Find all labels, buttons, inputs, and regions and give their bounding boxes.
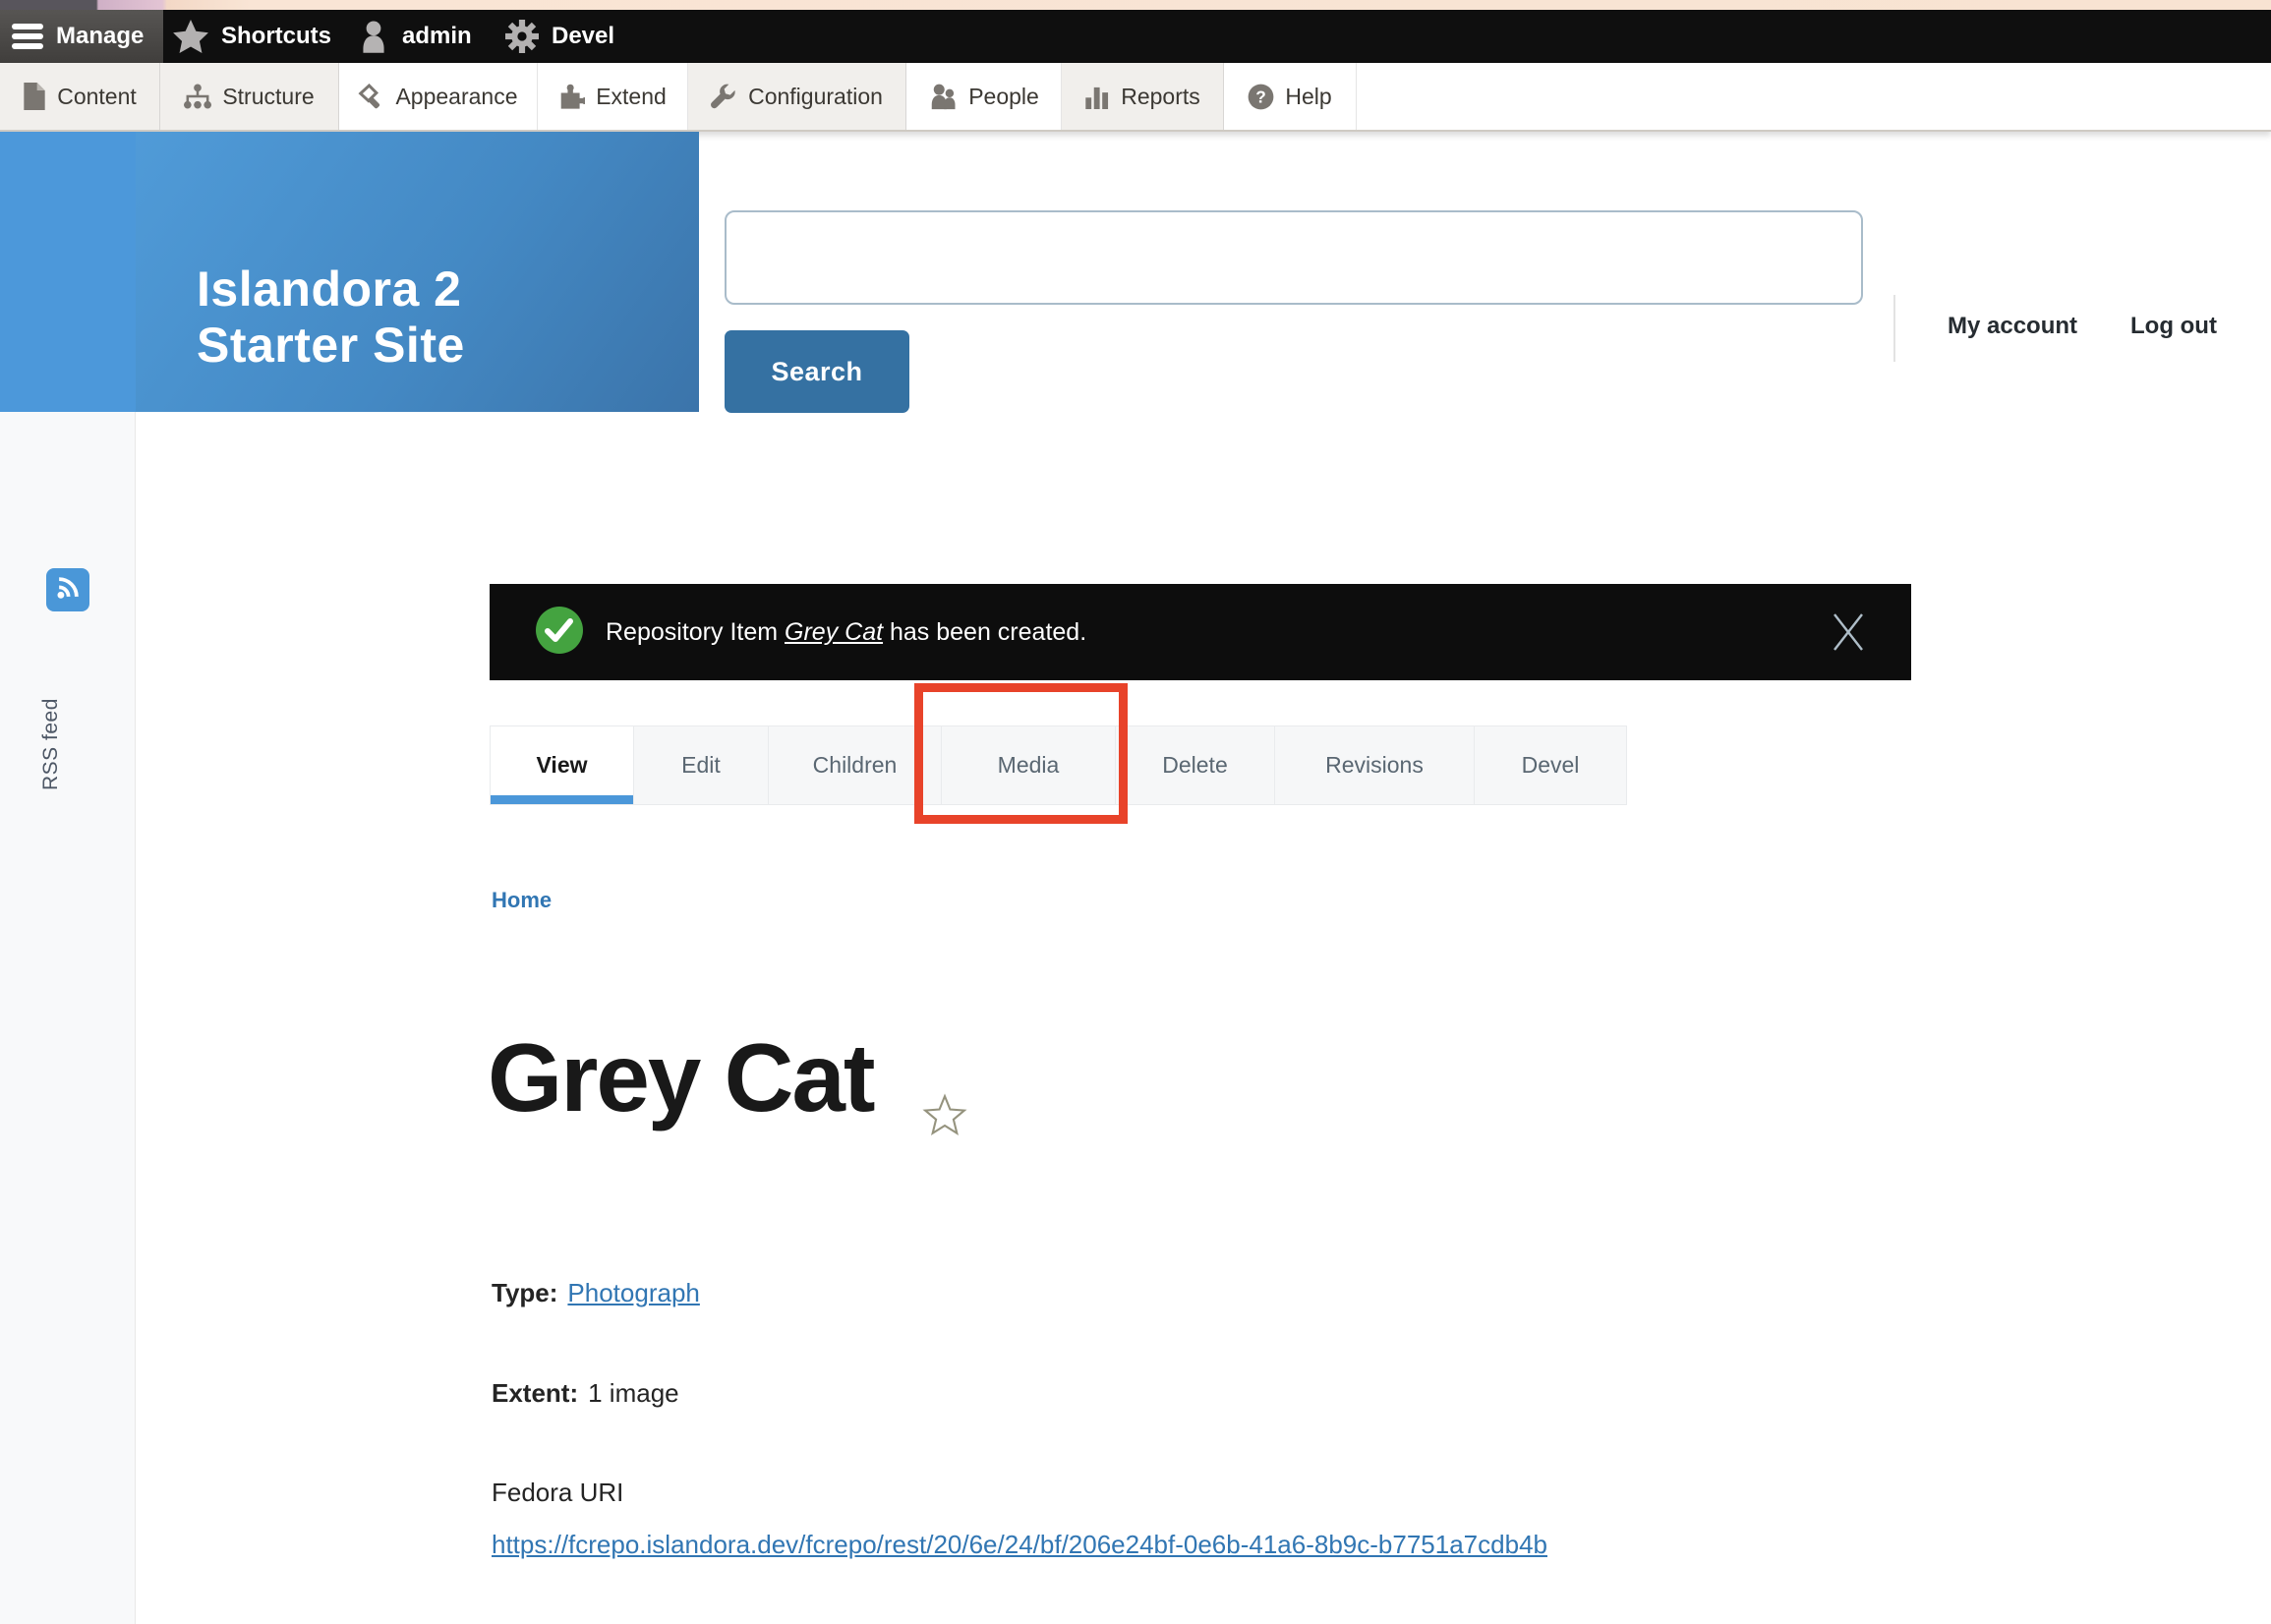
toolbar-item-label: Structure: [222, 83, 315, 109]
field-extent-label: Extent:: [492, 1378, 579, 1408]
admin-item-label: Devel: [552, 23, 615, 49]
paintbrush-icon: [358, 83, 384, 110]
search-input[interactable]: [725, 210, 1863, 305]
admin-item-shortcuts[interactable]: Shortcuts: [173, 10, 331, 63]
active-tab-underline: [491, 795, 633, 804]
svg-text:?: ?: [1256, 87, 1267, 106]
sitemap-icon: [184, 84, 212, 109]
toolbar-item-extend[interactable]: Extend: [538, 63, 688, 130]
admin-item-label: Manage: [56, 23, 145, 49]
fedora-uri-link[interactable]: https://fcrepo.islandora.dev/fcrepo/rest…: [492, 1530, 1547, 1559]
toolbar-item-people[interactable]: People: [906, 63, 1062, 130]
toolbar-item-label: Appearance: [395, 83, 518, 109]
admin-item-manage[interactable]: Manage: [0, 10, 163, 63]
admin-item-label: admin: [402, 23, 472, 49]
rss-feed-label: RSS feed: [39, 698, 62, 790]
people-icon: [928, 83, 958, 110]
admin-item-devel[interactable]: Devel: [505, 10, 614, 63]
site-name[interactable]: Islandora 2 Starter Site: [197, 261, 551, 374]
toolbar-item-label: Reports: [1121, 83, 1200, 109]
admin-menu-tray: Content Structure Appearance Extend Conf…: [0, 63, 2271, 132]
tab-label: View: [536, 752, 588, 778]
tab-label: Edit: [681, 752, 721, 778]
toolbar-item-content[interactable]: Content: [0, 63, 160, 130]
tab-view[interactable]: View: [490, 725, 634, 805]
type-photograph-link[interactable]: Photograph: [567, 1278, 699, 1307]
log-out-link[interactable]: Log out: [2130, 313, 2217, 340]
tab-edit[interactable]: Edit: [634, 725, 769, 805]
toolbar-item-label: People: [968, 83, 1039, 109]
star-outline-icon[interactable]: [922, 1093, 967, 1143]
page-title: Grey Cat: [488, 1023, 876, 1131]
toolbar-item-appearance[interactable]: Appearance: [339, 63, 538, 130]
header-left-strip: [0, 132, 136, 412]
window-top-strip: [0, 0, 2271, 10]
tab-revisions[interactable]: Revisions: [1275, 725, 1475, 805]
tab-label: Revisions: [1325, 752, 1424, 778]
toolbar-item-label: Extend: [596, 83, 667, 109]
grey-cat-link[interactable]: Grey Cat: [785, 618, 883, 646]
status-message-suffix: has been created.: [883, 617, 1087, 646]
media-tab-highlight: [914, 683, 1128, 824]
left-sidebar: RSS feed: [0, 412, 136, 1624]
puzzle-icon: [558, 84, 586, 110]
status-message-text: Repository Item Grey Cat has been create…: [606, 618, 1086, 647]
toolbar-item-help[interactable]: ? Help: [1224, 63, 1357, 130]
tab-label: Delete: [1162, 752, 1228, 778]
field-fedora-uri-value: https://fcrepo.islandora.dev/fcrepo/rest…: [492, 1530, 1547, 1560]
tab-devel[interactable]: Devel: [1475, 725, 1627, 805]
field-fedora-uri-label: Fedora URI: [492, 1478, 624, 1507]
search-button[interactable]: Search: [725, 330, 909, 413]
user-icon: [358, 20, 389, 53]
field-extent-value: 1 image: [588, 1378, 679, 1408]
admin-item-admin[interactable]: admin: [358, 10, 472, 63]
question-circle-icon: ?: [1248, 84, 1274, 110]
hamburger-icon: [12, 23, 43, 50]
rss-feed-button[interactable]: [46, 568, 89, 611]
tab-delete[interactable]: Delete: [1116, 725, 1275, 805]
check-circle-icon: [535, 606, 584, 660]
tab-label: Children: [812, 752, 898, 778]
field-type: Type: Photograph: [492, 1278, 700, 1308]
field-extent: Extent: 1 image: [492, 1378, 679, 1409]
field-type-label: Type:: [492, 1278, 558, 1307]
wrench-icon: [711, 84, 737, 110]
close-icon[interactable]: [1827, 610, 1870, 654]
site-branding[interactable]: Islandora 2 Starter Site: [136, 132, 699, 412]
admin-item-label: Shortcuts: [221, 23, 332, 49]
document-icon: [23, 83, 46, 110]
toolbar-item-label: Configuration: [748, 83, 883, 109]
gear-icon: [505, 20, 539, 53]
toolbar-item-label: Help: [1285, 83, 1332, 109]
barchart-icon: [1084, 84, 1110, 109]
admin-toolbar: Manage Shortcuts admin Devel: [0, 10, 2271, 63]
status-message: Repository Item Grey Cat has been create…: [490, 584, 1911, 680]
status-message-prefix: Repository Item: [606, 617, 786, 646]
toolbar-item-label: Content: [57, 83, 137, 109]
tab-label: Devel: [1521, 752, 1580, 778]
rss-icon: [55, 575, 81, 606]
toolbar-item-reports[interactable]: Reports: [1062, 63, 1224, 130]
my-account-link[interactable]: My account: [1948, 313, 2077, 340]
page: Manage Shortcuts admin Devel Content Str…: [0, 0, 2271, 1624]
toolbar-item-structure[interactable]: Structure: [160, 63, 339, 130]
toolbar-item-configuration[interactable]: Configuration: [688, 63, 906, 130]
breadcrumb-home[interactable]: Home: [492, 888, 552, 913]
account-divider: [1893, 295, 1895, 362]
star-icon: [173, 20, 208, 53]
